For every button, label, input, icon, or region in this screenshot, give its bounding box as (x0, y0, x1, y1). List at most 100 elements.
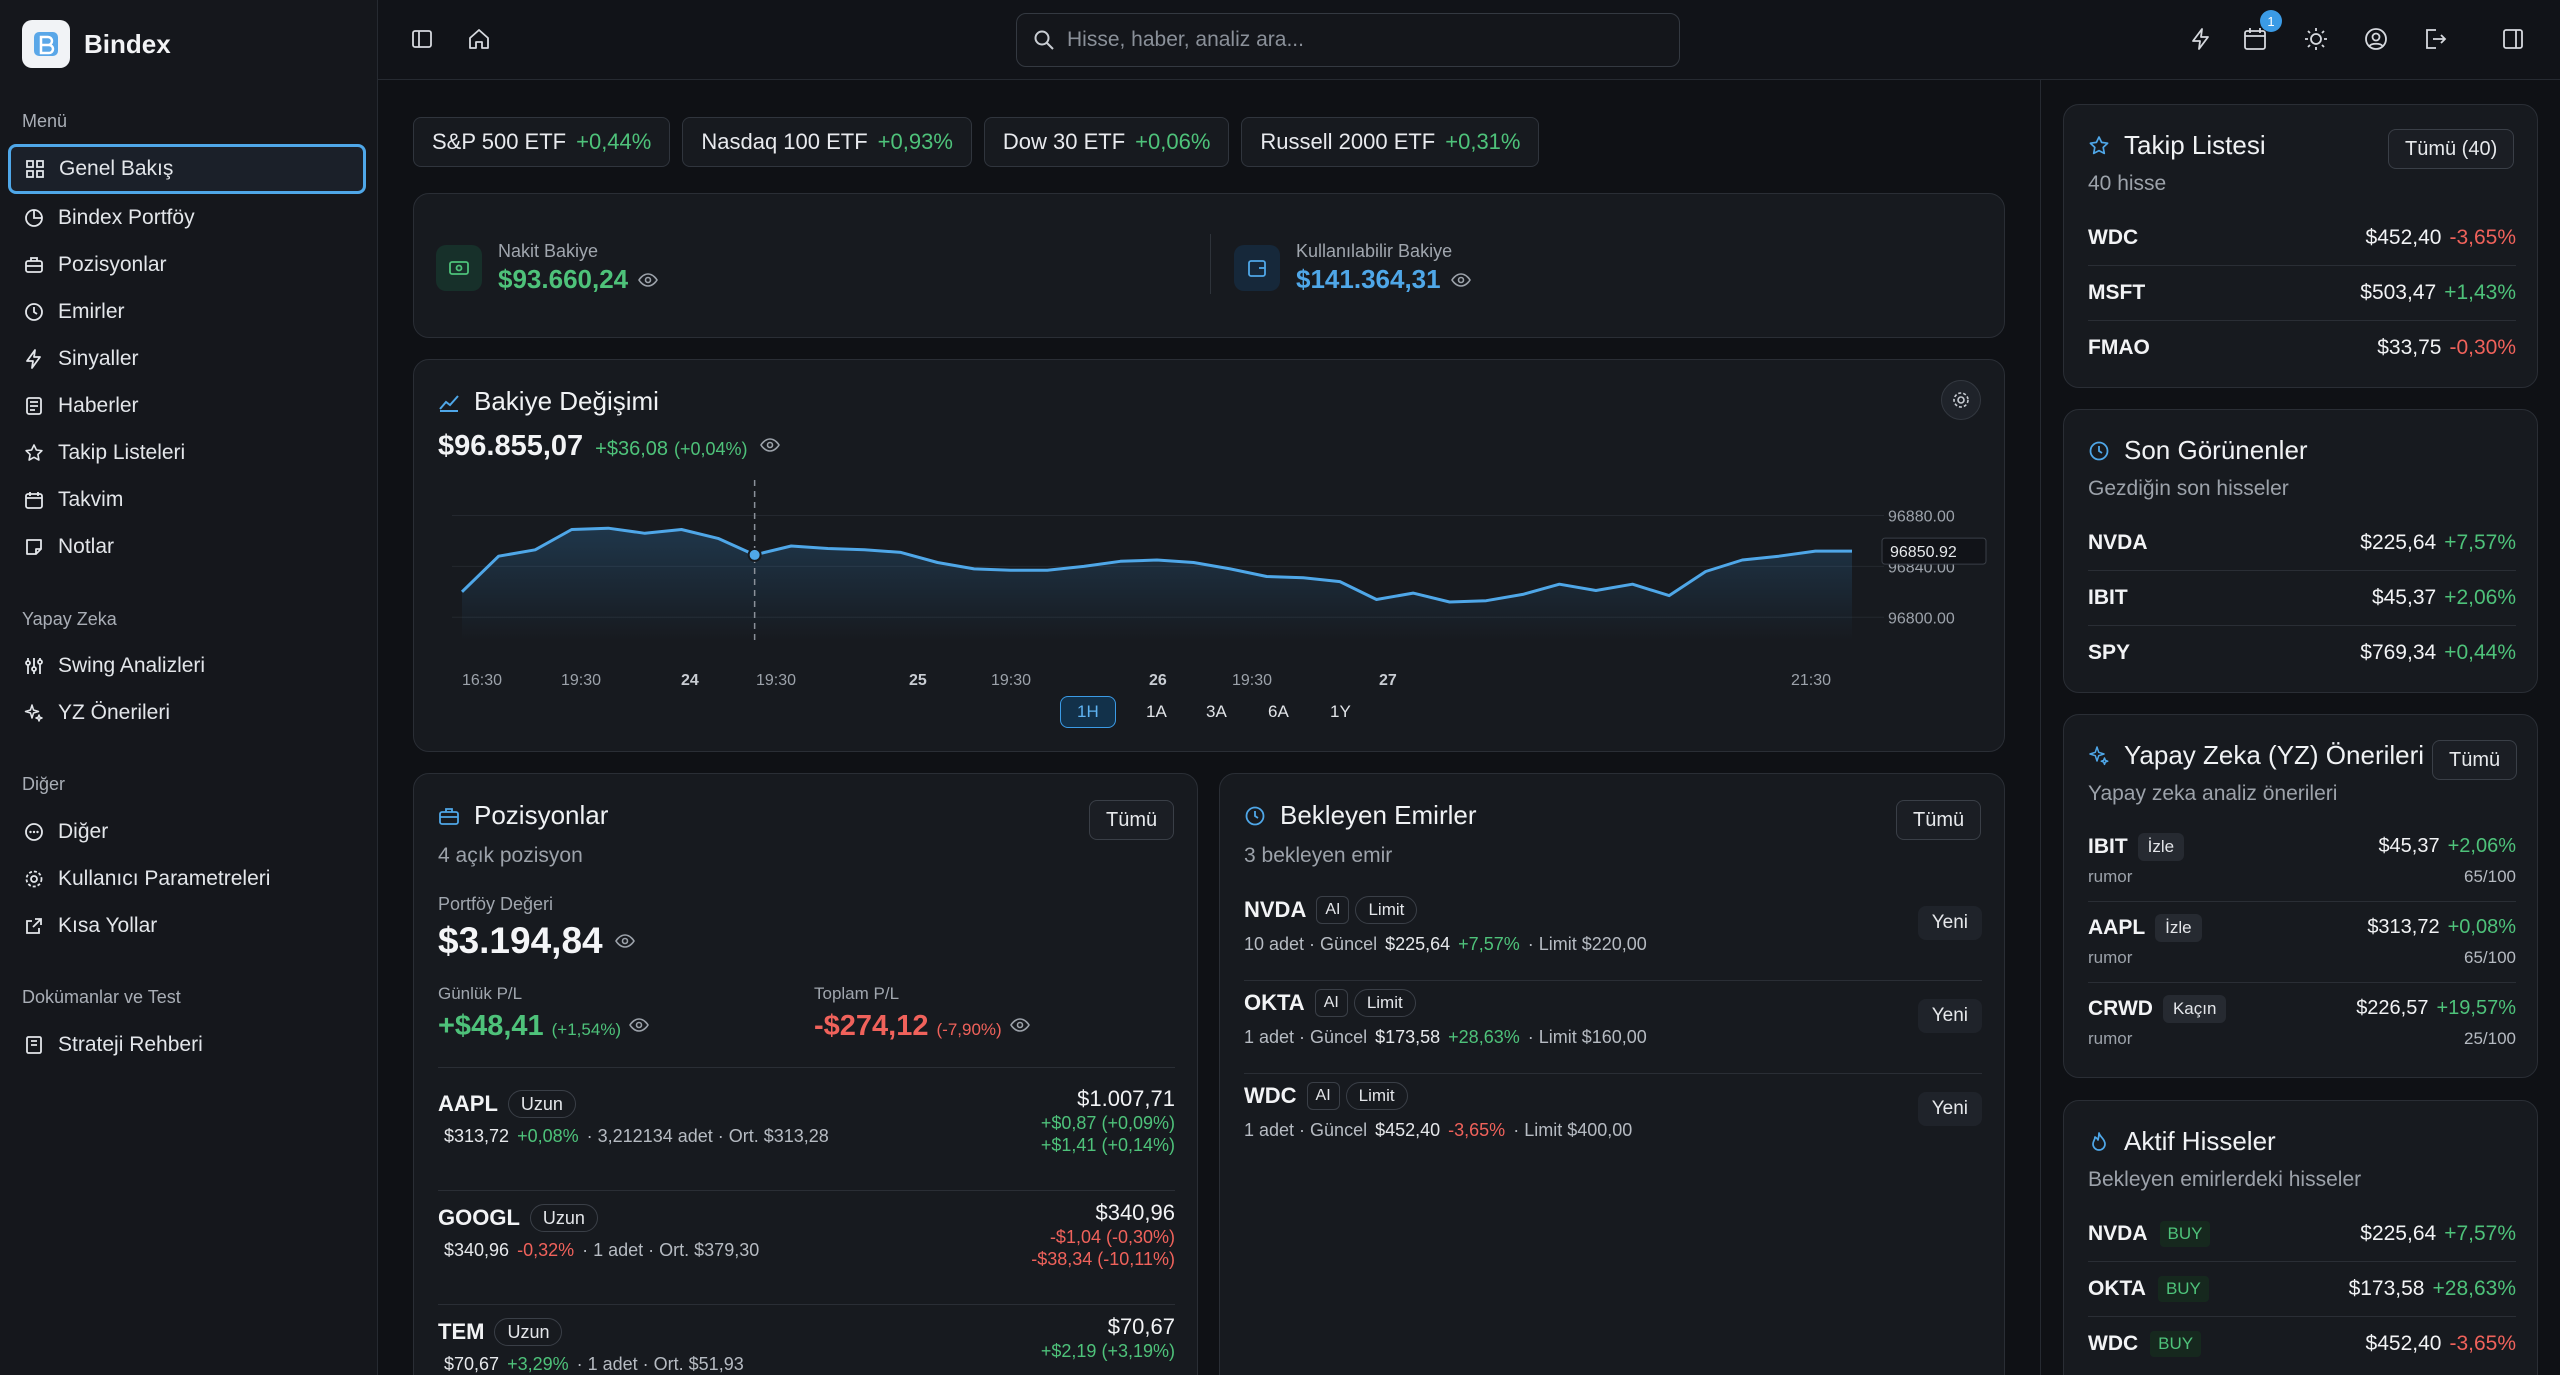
hover-point (747, 547, 762, 562)
buy-badge: BUY (2159, 1221, 2211, 1247)
order-current-price: $173,58 (1375, 1027, 1441, 1047)
timeframe-6a[interactable]: 6A (1252, 696, 1305, 728)
buy-badge: BUY (2150, 1331, 2202, 1357)
index-name: Dow 30 ETF (1002, 129, 1126, 154)
user-circle-icon[interactable] (2361, 24, 2391, 54)
position-value: $70,67 (1107, 1314, 1175, 1339)
briefcase-icon (25, 257, 43, 273)
eye-icon[interactable] (1009, 1015, 1030, 1035)
position-row[interactable]: GOOGL Uzun $340,96 -0,32% · 1 adet · Ort. $3… (438, 1200, 1175, 1300)
sliders-icon (25, 658, 43, 674)
sidebar-item-yz-onerileri[interactable]: YZ Önerileri (8, 688, 366, 738)
order-row[interactable]: WDC AI Limit 1 adet · Güncel $452,40 -3,65% · … (1244, 1078, 1982, 1158)
sidebar-item-pozisyonlar[interactable]: Pozisyonlar (8, 240, 366, 290)
ai-rec-row[interactable]: AAPL İzle rumor $313,72 +0,08% 65/100 (2088, 906, 2516, 976)
sidebar-item-swing-analizleri[interactable]: Swing Analizleri (8, 641, 366, 691)
rec-score: 65/100 (2464, 867, 2516, 886)
ai-rec-row[interactable]: CRWD Kaçın rumor $226,57 +19,57% 25/100 (2088, 987, 2516, 1057)
eye-icon[interactable] (629, 1015, 650, 1035)
position-row[interactable]: AAPL Uzun $313,72 +0,08% · 3,212134 adet · O… (438, 1086, 1175, 1186)
timeframe-1y[interactable]: 1Y (1314, 696, 1367, 728)
gear-icon (25, 870, 43, 888)
stock-row[interactable]: OKTA BUY $173,58 +28,63% (2088, 1262, 2516, 1316)
stock-row[interactable]: NVDA BUY $225,64 +7,57% (2088, 1207, 2516, 1261)
stock-row[interactable]: NVDA $225,64 +7,57% (2088, 516, 2516, 570)
stock-ticker: SPY (2088, 641, 2131, 664)
orders-subtitle: 3 bekleyen emir (1244, 844, 1393, 867)
ai-recs-header: Yapay Zeka (YZ) Önerileri (2088, 740, 2424, 771)
sidebar-item-haberler[interactable]: Haberler (8, 381, 366, 431)
stock-price: $452,40 (2365, 1332, 2442, 1355)
stock-price: $225,64 (2360, 1222, 2437, 1245)
stock-ticker: NVDA (2088, 531, 2148, 554)
daily-pl-value: +$48,41 (438, 1010, 544, 1042)
x-tick-label: 24 (681, 672, 699, 689)
logout-icon[interactable] (2420, 24, 2450, 54)
divider (1210, 234, 1211, 294)
eye-icon[interactable] (759, 435, 780, 455)
recent-header: Son Görünenler (2088, 435, 2308, 466)
sidebar-item-label: Swing Analizleri (58, 654, 206, 677)
order-row[interactable]: NVDA AI Limit 10 adet · Güncel $225,64 +7,57%… (1244, 892, 1982, 972)
sidebar-item-label: Haberler (58, 394, 139, 417)
sidebar-item-strateji-rehberi[interactable]: Strateji Rehberi (8, 1020, 366, 1070)
brand[interactable]: Bindex (22, 20, 171, 68)
position-row[interactable]: TEM Uzun $70,67 +3,29% · 1 adet · Ort. $51,9… (438, 1314, 1175, 1375)
timeframe-1a[interactable]: 1A (1130, 696, 1183, 728)
sidebar-item-sinyaller[interactable]: Sinyaller (8, 334, 366, 384)
balance-chart[interactable]: 96880.0096840.0096800.0096850.9216:30 19:… (414, 460, 2006, 700)
sidebar-item-kullanici-parametreleri[interactable]: Kullanıcı Parametreleri (8, 854, 366, 904)
sidebar-item-kisa-yollar[interactable]: Kısa Yollar (8, 901, 366, 951)
ai-rec-row[interactable]: IBIT İzle rumor $45,37 +2,06% 65/100 (2088, 825, 2516, 895)
watchlist-all-button[interactable]: Tümü (40) (2388, 129, 2515, 169)
orders-all-button[interactable]: Tümü (1896, 800, 1982, 840)
index-chip[interactable]: Dow 30 ETF +0,06% (983, 117, 1230, 167)
stock-row[interactable]: MSFT $503,47 +1,43% (2088, 266, 2516, 320)
index-chip[interactable]: Russell 2000 ETF +0,31% (1241, 117, 1540, 167)
sidebar-item-diger[interactable]: Diğer (8, 807, 366, 857)
lightning-icon[interactable] (2186, 24, 2216, 54)
home-icon[interactable] (464, 24, 494, 54)
positions-title: Pozisyonlar (474, 800, 609, 830)
clock-icon (2089, 441, 2109, 460)
order-change: -3,65% (1448, 1120, 1506, 1140)
stock-row[interactable]: WDC $452,40 -3,65% (2088, 211, 2516, 265)
positions-card: Pozisyonlar 4 açık pozisyon Tümü Portföy… (413, 773, 1198, 1375)
stock-change: +7,57% (2444, 531, 2516, 554)
eye-icon[interactable] (614, 931, 635, 951)
stock-price: $33,75 (2377, 336, 2442, 359)
sidebar-item-takip-listeleri[interactable]: Takip Listeleri (8, 428, 366, 478)
right-panel-toggle-icon[interactable] (2498, 24, 2528, 54)
index-change: +0,93% (877, 129, 953, 154)
rec-source: rumor (2088, 1029, 2133, 1048)
search-bar[interactable] (1016, 13, 1680, 67)
clock-icon (1245, 806, 1265, 825)
bindex-logo-icon (22, 20, 70, 68)
sidebar-item-emirler[interactable]: Emirler (8, 287, 366, 337)
sidebar-item-bindex-portfoy[interactable]: Bindex Portföy (8, 193, 366, 243)
eye-icon[interactable] (1450, 270, 1471, 290)
chart-settings-button[interactable] (1941, 380, 1981, 420)
sidebar-item-genel-bakis[interactable]: Genel Bakış (8, 144, 366, 194)
timeframe-1h[interactable]: 1H (1060, 696, 1116, 728)
area-chart-icon (439, 394, 459, 412)
index-chip[interactable]: S&P 500 ETF +0,44% (413, 117, 671, 167)
stock-row[interactable]: WDC BUY $452,40 -3,65% (2088, 1317, 2516, 1371)
stock-ticker: WDC (2088, 226, 2139, 249)
sidebar-item-takvim[interactable]: Takvim (8, 475, 366, 525)
sidebar-item-notlar[interactable]: Notlar (8, 522, 366, 572)
stock-row[interactable]: SPY $769,34 +0,44% (2088, 626, 2516, 680)
y-tick-label: 96880.00 (1888, 508, 1955, 525)
order-row[interactable]: OKTA AI Limit 1 adet · Güncel $173,58 +28,63%… (1244, 985, 1982, 1065)
eye-icon[interactable] (638, 270, 659, 290)
search-input[interactable] (1067, 28, 1647, 52)
positions-all-button[interactable]: Tümü (1089, 800, 1175, 840)
stock-row[interactable]: IBIT $45,37 +2,06% (2088, 571, 2516, 625)
position-side-badge: Uzun (494, 1318, 563, 1346)
timeframe-3a[interactable]: 3A (1190, 696, 1243, 728)
stock-row[interactable]: FMAO $33,75 -0,30% (2088, 321, 2516, 375)
index-chip[interactable]: Nasdaq 100 ETF +0,93% (682, 117, 972, 167)
ai-recs-all-button[interactable]: Tümü (2432, 740, 2518, 780)
sun-icon[interactable] (2301, 24, 2331, 54)
sidebar-toggle-icon[interactable] (407, 24, 437, 54)
